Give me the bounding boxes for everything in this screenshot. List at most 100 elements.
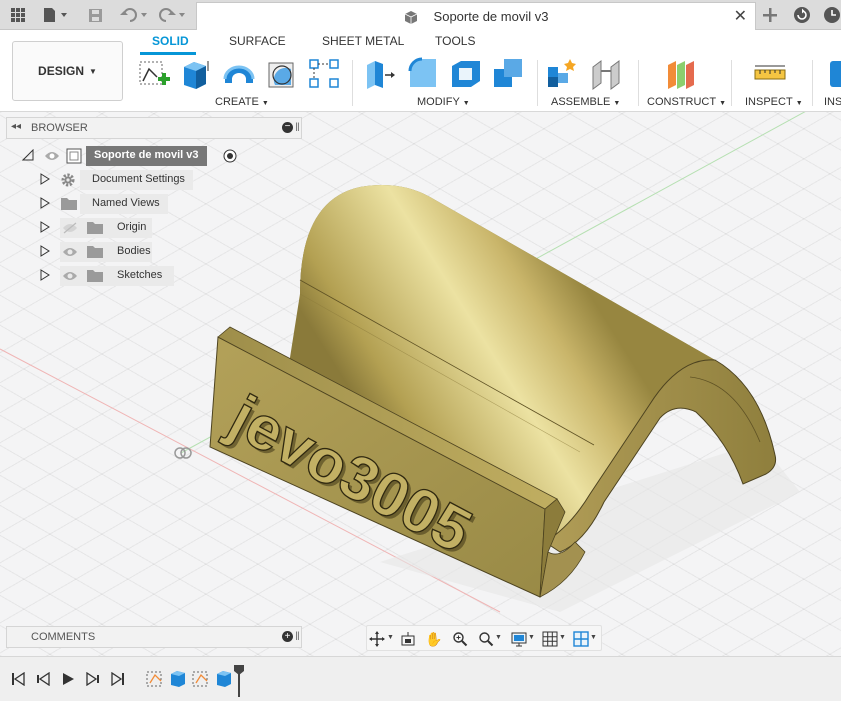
extrude-icon[interactable]	[180, 57, 214, 91]
expand-triangle-icon[interactable]	[40, 197, 50, 212]
zoom-icon[interactable]	[450, 629, 470, 649]
create-sketch-icon[interactable]	[137, 57, 171, 91]
viewport-canvas[interactable]: jevo3005 jevo3005 ◂◂ BROWSER − ‖ Soporte…	[0, 112, 841, 656]
folder-icon	[86, 220, 104, 235]
modify-menu-label: MODIFY	[417, 96, 460, 108]
modify-menu[interactable]: MODIFY ▼	[417, 96, 470, 108]
chevron-down-icon[interactable]: ▼	[559, 634, 566, 641]
new-tab-icon[interactable]	[760, 5, 780, 25]
folder-icon	[86, 244, 104, 259]
new-component-icon[interactable]	[546, 57, 580, 91]
step-back-icon[interactable]	[34, 670, 52, 688]
comments-title: COMMENTS	[31, 631, 96, 643]
press-pull-icon[interactable]	[363, 57, 397, 91]
tab-sheet-metal[interactable]: SHEET METAL	[322, 34, 404, 48]
tree-item-document-settings[interactable]: Document Settings	[38, 170, 198, 190]
eye-icon[interactable]	[62, 245, 78, 259]
extrude-feature-icon[interactable]	[215, 669, 233, 690]
file-icon[interactable]	[40, 5, 70, 25]
expand-triangle-icon[interactable]	[40, 173, 50, 188]
insert-menu-label: INSE	[824, 96, 841, 108]
component-icon	[66, 148, 82, 167]
active-tab-indicator	[140, 52, 196, 55]
go-to-end-icon[interactable]	[109, 670, 127, 688]
viewports-icon[interactable]	[571, 629, 591, 649]
sweep-icon[interactable]	[265, 57, 299, 91]
minus-icon[interactable]: −	[282, 122, 293, 133]
step-forward-icon[interactable]	[84, 670, 102, 688]
tab-solid[interactable]: SOLID	[152, 34, 189, 48]
refresh-icon[interactable]	[792, 5, 812, 25]
inspect-menu[interactable]: INSPECT ▼	[745, 96, 803, 108]
shell-icon[interactable]	[449, 57, 483, 91]
collapse-triangle-icon[interactable]	[21, 148, 34, 164]
zoom-window-icon[interactable]	[476, 629, 496, 649]
eye-hidden-icon[interactable]	[62, 221, 78, 235]
add-comment-icon[interactable]: +	[282, 631, 293, 642]
tree-root[interactable]: Soporte de movil v3	[20, 146, 250, 166]
close-icon[interactable]: ✕	[734, 6, 747, 26]
browser-title: BROWSER	[31, 122, 88, 134]
origin-marker	[174, 447, 192, 459]
play-icon[interactable]	[59, 670, 77, 688]
offset-plane-icon[interactable]	[664, 57, 698, 91]
folder-icon	[86, 268, 104, 283]
joint-icon[interactable]	[589, 57, 623, 91]
eye-icon[interactable]	[44, 149, 60, 163]
save-icon[interactable]	[86, 5, 104, 25]
fillet-icon[interactable]	[406, 57, 440, 91]
timeline-marker[interactable]	[233, 665, 245, 700]
comments-panel-header[interactable]: COMMENTS + ‖	[6, 626, 302, 648]
activate-radio-icon[interactable]	[223, 149, 237, 166]
measure-icon[interactable]	[753, 57, 787, 91]
look-at-icon[interactable]	[398, 629, 418, 649]
insert-menu[interactable]: INSE	[824, 96, 841, 108]
orbit-icon[interactable]	[367, 629, 387, 649]
undo-icon[interactable]	[118, 5, 150, 25]
create-menu[interactable]: CREATE ▼	[215, 96, 269, 108]
tab-tools[interactable]: TOOLS	[435, 34, 475, 48]
go-to-start-icon[interactable]	[9, 670, 27, 688]
divider	[731, 60, 732, 106]
sketch-feature-icon[interactable]	[192, 669, 210, 690]
workspace-switcher[interactable]: DESIGN ▼	[12, 41, 123, 101]
grid-icon[interactable]	[8, 5, 28, 25]
insert-icon[interactable]	[826, 57, 841, 91]
tree-item-origin[interactable]: Origin	[38, 218, 158, 238]
document-tab[interactable]: Soporte de movil v3 ✕	[196, 2, 756, 30]
toolbar: DESIGN ▼ SOLID SURFACE SHEET METAL TOOLS …	[0, 30, 841, 112]
pin-icon[interactable]: ‖	[295, 120, 300, 134]
combine-icon[interactable]	[492, 57, 526, 91]
eye-icon[interactable]	[62, 269, 78, 283]
sketch-feature-icon[interactable]	[146, 669, 164, 690]
clock-icon[interactable]	[822, 5, 841, 25]
display-settings-icon[interactable]	[509, 629, 529, 649]
construct-menu[interactable]: CONSTRUCT ▼	[647, 96, 726, 108]
grid-settings-icon[interactable]	[540, 629, 560, 649]
tree-item-named-views[interactable]: Named Views	[38, 194, 178, 214]
inspect-menu-label: INSPECT	[745, 96, 793, 108]
pan-icon[interactable]: ✋	[424, 629, 444, 649]
pin-icon[interactable]: ‖	[295, 629, 300, 643]
tab-surface[interactable]: SURFACE	[229, 34, 286, 48]
pattern-icon[interactable]	[308, 57, 342, 91]
tree-label: Named Views	[80, 194, 168, 214]
chevron-down-icon: ▼	[89, 66, 97, 76]
collapse-icon[interactable]: ◂◂	[11, 121, 21, 132]
extrude-feature-icon[interactable]	[169, 669, 187, 690]
chevron-down-icon[interactable]: ▼	[387, 634, 394, 641]
document-title: Soporte de movil v3	[433, 9, 549, 24]
expand-triangle-icon[interactable]	[40, 221, 50, 236]
assemble-menu[interactable]: ASSEMBLE ▼	[551, 96, 620, 108]
browser-header[interactable]: ◂◂ BROWSER − ‖	[6, 117, 302, 139]
tree-item-sketches[interactable]: Sketches	[38, 266, 178, 286]
chevron-down-icon[interactable]: ▼	[590, 634, 597, 641]
chevron-down-icon[interactable]: ▼	[528, 634, 535, 641]
redo-icon[interactable]	[156, 5, 188, 25]
expand-triangle-icon[interactable]	[40, 269, 50, 284]
expand-triangle-icon[interactable]	[40, 245, 50, 260]
tree-item-bodies[interactable]: Bodies	[38, 242, 158, 262]
chevron-down-icon[interactable]: ▼	[495, 634, 502, 641]
divider	[352, 60, 353, 106]
revolve-icon[interactable]	[222, 57, 256, 91]
